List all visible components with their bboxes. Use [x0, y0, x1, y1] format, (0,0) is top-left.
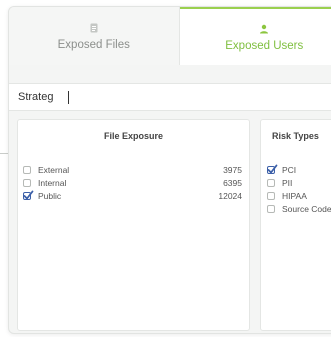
- filter-item-source-code[interactable]: Source Code: [261, 203, 331, 215]
- checkbox[interactable]: [267, 179, 275, 187]
- tab-label: Exposed Users: [225, 39, 304, 52]
- tab-exposed-files[interactable]: Exposed Files: [9, 7, 180, 65]
- checkbox-checked[interactable]: [23, 190, 34, 200]
- checkmark-icon: [267, 164, 278, 174]
- filter-label: Internal: [38, 178, 67, 188]
- filter-label: External: [38, 165, 70, 175]
- filter-count: 6395: [223, 178, 242, 188]
- filter-item-public[interactable]: Public 12024: [18, 190, 249, 202]
- filter-item-internal[interactable]: Internal 6395: [18, 177, 249, 189]
- divider: [0, 153, 8, 154]
- app-frame: Exposed Files Exposed Users File Exposur…: [0, 0, 331, 337]
- filter-label: Public: [38, 191, 62, 201]
- search-input[interactable]: [9, 84, 318, 110]
- checkbox[interactable]: [267, 205, 275, 213]
- user-icon: [258, 23, 270, 35]
- tab-label: Exposed Files: [57, 38, 130, 51]
- exposure-panel: Exposed Files Exposed Users File Exposur…: [8, 6, 331, 334]
- filter-item-pii[interactable]: PII: [261, 177, 331, 189]
- filter-label: PII: [282, 178, 293, 188]
- filter-label: HIPAA: [282, 191, 307, 201]
- filter-list: External 3975 Internal 6395 Public 12024: [18, 164, 249, 202]
- file-icon: [88, 22, 100, 34]
- tab-exposed-users[interactable]: Exposed Users: [179, 7, 331, 65]
- text-caret: [68, 91, 69, 104]
- checkbox-checked[interactable]: [267, 164, 278, 174]
- filter-list: PCI PII HIPAA Source Code: [261, 164, 331, 215]
- checkbox[interactable]: [23, 166, 31, 174]
- search-bar: [9, 83, 331, 111]
- filter-count: 3975: [223, 165, 242, 175]
- filter-count: 12024: [218, 191, 242, 201]
- filter-item-hipaa[interactable]: HIPAA: [261, 190, 331, 202]
- tab-bar: Exposed Files Exposed Users: [9, 7, 331, 65]
- file-exposure-card: File Exposure External 3975 Internal 639…: [17, 119, 250, 331]
- risk-types-card: Risk Types PCI PII HIPAA Source Code: [260, 119, 331, 331]
- checkmark-icon: [23, 190, 34, 200]
- card-title: File Exposure: [103, 131, 164, 141]
- filter-label: Source Code: [282, 204, 331, 214]
- filter-item-pci[interactable]: PCI: [261, 164, 331, 176]
- filter-label: PCI: [282, 165, 297, 175]
- checkbox[interactable]: [267, 192, 275, 200]
- card-title: Risk Types: [272, 131, 319, 141]
- checkbox[interactable]: [23, 179, 31, 187]
- filter-item-external[interactable]: External 3975: [18, 164, 249, 176]
